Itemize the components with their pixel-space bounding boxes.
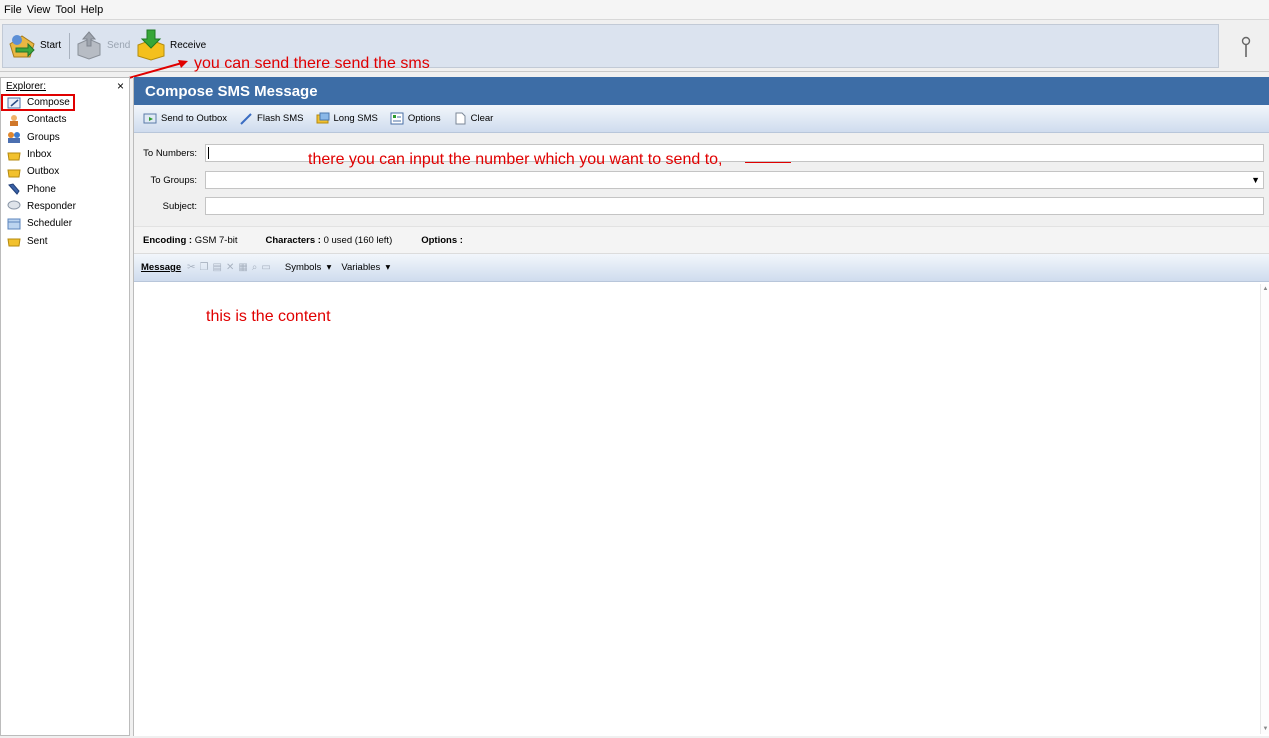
- explorer-sidebar: Explorer: × Compose Contacts Groups Inbo…: [0, 77, 130, 736]
- sidebar-item-outbox[interactable]: Outbox: [1, 163, 129, 180]
- sidebar-item-phone[interactable]: Phone: [1, 180, 129, 197]
- compose-panel: Compose SMS Message Send to Outbox Flash…: [133, 77, 1269, 736]
- send-to-outbox-label: Send to Outbox: [161, 113, 228, 124]
- flash-sms-label: Flash SMS: [257, 113, 304, 124]
- find-icon[interactable]: ⌕: [252, 262, 258, 273]
- to-groups-row: To Groups: ▼: [134, 171, 1269, 189]
- options-button[interactable]: Options: [390, 112, 441, 125]
- cut-icon[interactable]: ✂: [187, 262, 195, 273]
- outbox-icon: [7, 169, 21, 178]
- subject-row: Subject:: [134, 197, 1269, 215]
- chevron-down-icon[interactable]: ▼: [1251, 175, 1260, 185]
- encoding-value: GSM 7-bit: [194, 234, 238, 246]
- annotation-underline: [745, 162, 791, 163]
- sidebar-item-label: Outbox: [27, 166, 60, 178]
- message-textarea[interactable]: ▲ ▼: [134, 284, 1269, 736]
- symbols-menu[interactable]: Symbols ▾: [285, 262, 332, 273]
- explorer-title: Explorer:: [6, 80, 47, 92]
- flash-sms-icon: [240, 113, 252, 125]
- message-scrollbar[interactable]: ▲ ▼: [1260, 284, 1269, 734]
- sidebar-item-sent[interactable]: Sent: [1, 232, 129, 249]
- to-groups-label: To Groups:: [150, 174, 197, 186]
- message-toolbar: Message ✂ ❐ ▤ ✕ ▦ ⌕ ▭ Symbols ▾ Variable…: [134, 254, 1269, 282]
- options-icon: [390, 112, 404, 125]
- send-to-outbox-button[interactable]: Send to Outbox: [143, 112, 227, 125]
- sidebar-item-label: Compose: [27, 97, 70, 109]
- paste-icon[interactable]: ▤: [213, 262, 222, 273]
- sidebar-item-contacts[interactable]: Contacts: [1, 111, 129, 128]
- scheduler-icon: [7, 218, 21, 230]
- clear-button[interactable]: Clear: [453, 112, 494, 125]
- sidebar-item-label: Sent: [27, 235, 48, 247]
- pin-icon[interactable]: [1241, 36, 1251, 58]
- clear-icon: [455, 112, 466, 125]
- phone-icon: [8, 183, 20, 195]
- options-field-label: Options :: [421, 234, 463, 246]
- copy-icon[interactable]: ❐: [200, 262, 209, 273]
- send-to-outbox-icon: [143, 113, 157, 124]
- scroll-down-icon[interactable]: ▼: [1261, 726, 1269, 732]
- variables-menu[interactable]: Variables ▾: [341, 262, 390, 273]
- annotation-number-note: there you can input the number which you…: [308, 151, 723, 168]
- sidebar-item-label: Inbox: [27, 149, 52, 161]
- message-label: Message: [141, 262, 182, 273]
- long-sms-button[interactable]: Long SMS: [316, 112, 378, 125]
- explorer-close-icon[interactable]: ×: [117, 79, 124, 93]
- select-all-icon[interactable]: ▦: [238, 262, 247, 273]
- encoding-bar: Encoding : GSM 7-bit Characters : 0 used…: [134, 226, 1269, 254]
- variables-label: Variables: [341, 262, 381, 273]
- annotation-content-note: this is the content: [206, 308, 331, 325]
- page-title: Compose SMS Message: [134, 77, 1269, 105]
- sidebar-item-groups[interactable]: Groups: [1, 129, 129, 146]
- long-sms-icon: [316, 112, 329, 124]
- sidebar-item-responder[interactable]: Responder: [1, 198, 129, 215]
- characters-label: Characters :: [265, 234, 321, 246]
- annotation-send-note: you can send there send the sms: [194, 55, 430, 72]
- long-sms-label: Long SMS: [333, 113, 378, 124]
- sent-icon: [7, 238, 21, 247]
- contacts-icon: [10, 114, 18, 126]
- encoding-label: Encoding :: [143, 234, 193, 246]
- subject-label: Subject:: [162, 200, 197, 212]
- compose-icon: [7, 97, 21, 109]
- compose-action-bar: Send to Outbox Flash SMS Long SMS Option…: [134, 105, 1269, 133]
- sidebar-item-label: Contacts: [27, 114, 67, 126]
- options-label: Options: [407, 113, 441, 124]
- subject-input[interactable]: [205, 197, 1264, 215]
- symbols-label: Symbols: [284, 262, 322, 273]
- to-numbers-label: To Numbers:: [143, 147, 197, 159]
- groups-icon: [8, 132, 20, 144]
- sidebar-item-scheduler[interactable]: Scheduler: [1, 215, 129, 232]
- sidebar-item-label: Responder: [27, 200, 76, 212]
- flash-sms-button[interactable]: Flash SMS: [239, 112, 304, 125]
- characters-value: 0 used (160 left): [323, 234, 393, 246]
- sidebar-item-label: Groups: [27, 131, 60, 143]
- chevron-down-icon: ▾: [382, 262, 391, 273]
- sidebar-item-inbox[interactable]: Inbox: [1, 146, 129, 163]
- chevron-down-icon: ▾: [323, 262, 332, 273]
- clear-label: Clear: [470, 113, 494, 124]
- scroll-up-icon[interactable]: ▲: [1261, 286, 1269, 292]
- sidebar-item-label: Phone: [27, 183, 56, 195]
- compose-form: To Numbers: To Groups: ▼ Subject:: [134, 133, 1269, 226]
- inbox-icon: [7, 152, 21, 161]
- insert-icon[interactable]: ▭: [261, 262, 270, 273]
- to-groups-select[interactable]: ▼: [205, 171, 1264, 189]
- text-caret: [208, 147, 209, 159]
- delete-icon[interactable]: ✕: [226, 262, 234, 273]
- explorer-header: Explorer: ×: [1, 78, 129, 94]
- sidebar-item-label: Scheduler: [27, 218, 73, 230]
- sidebar-item-compose[interactable]: Compose: [1, 94, 75, 112]
- responder-icon: [7, 200, 21, 210]
